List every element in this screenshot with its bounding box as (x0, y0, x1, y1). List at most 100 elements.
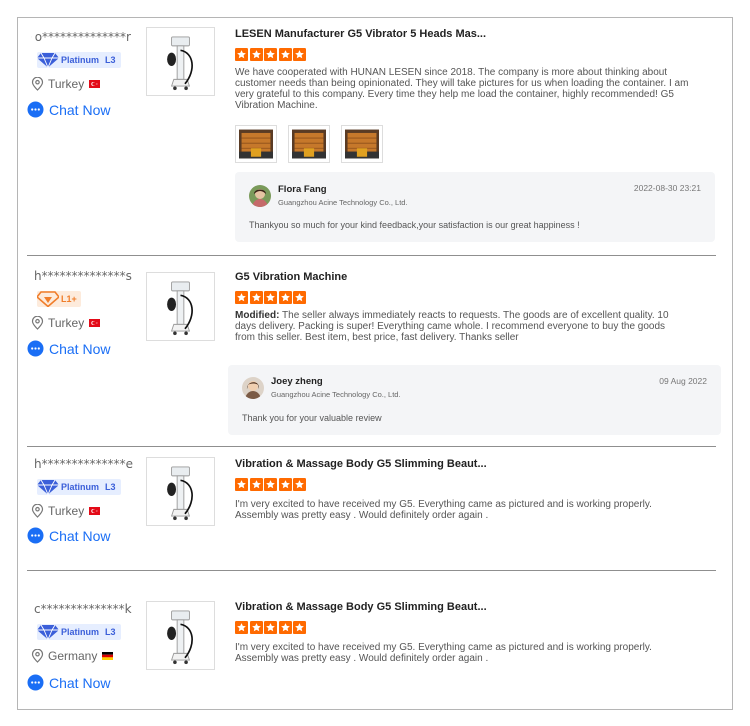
rating-stars (235, 621, 715, 634)
buyer-country: Turkey (48, 77, 85, 91)
rating-stars (235, 478, 715, 491)
star-icon (279, 621, 292, 634)
chat-icon (27, 340, 44, 357)
chat-icon (27, 101, 44, 118)
chat-icon (27, 674, 44, 691)
chat-now-label: Chat Now (49, 340, 111, 357)
product-title[interactable]: Vibration & Massage Body G5 Slimming Bea… (235, 458, 715, 470)
product-title[interactable]: Vibration & Massage Body G5 Slimming Bea… (235, 601, 715, 613)
chat-now-button[interactable]: Chat Now (27, 101, 110, 118)
product-image (147, 458, 214, 525)
buyer-name: h**************s (34, 269, 132, 283)
star-icon (250, 621, 263, 634)
review-photo[interactable] (288, 125, 330, 163)
buyer-badge: L1+ (37, 291, 81, 307)
review-text: I'm very excited to have received my G5.… (235, 642, 652, 664)
buyer-country: Turkey (48, 504, 85, 518)
review-divider (27, 570, 716, 571)
chat-now-label: Chat Now (49, 527, 111, 544)
badge-level: L3 (105, 482, 116, 492)
location-pin-icon (31, 77, 44, 91)
location-pin-icon (31, 649, 44, 663)
review-text: I'm very excited to have received my G5.… (235, 499, 652, 521)
turkey-flag-icon (89, 507, 100, 515)
reply-date: 09 Aug 2022 (659, 376, 707, 386)
review-text: We have cooperated with HUNAN LESEN sinc… (235, 67, 689, 111)
star-icon (293, 291, 306, 304)
product-thumbnail[interactable] (146, 601, 215, 670)
star-icon (293, 621, 306, 634)
star-icon (279, 291, 292, 304)
star-icon (235, 291, 248, 304)
badge-level: L3 (105, 627, 116, 637)
chat-now-button[interactable]: Chat Now (27, 674, 110, 691)
badge-tier: Platinum (61, 55, 100, 65)
star-icon (264, 48, 277, 61)
product-thumbnail[interactable] (146, 457, 215, 526)
review-photos (235, 125, 715, 163)
reply-author: Joey zheng (271, 376, 323, 387)
review-photo[interactable] (235, 125, 277, 163)
review-divider (27, 255, 716, 256)
star-icon (235, 478, 248, 491)
buyer-name: h**************e (34, 457, 133, 471)
star-icon (250, 478, 263, 491)
location-pin-icon (31, 504, 44, 518)
seller-reply: Joey zheng Guangzhou Acine Technology Co… (228, 365, 721, 435)
buyer-country: Turkey (48, 316, 85, 330)
chat-now-label: Chat Now (49, 101, 111, 118)
product-image (147, 28, 214, 95)
reply-text: Thank you for your valuable review (242, 413, 382, 423)
chat-now-label: Chat Now (49, 674, 111, 691)
star-icon (279, 48, 292, 61)
modified-label: Modified: (235, 310, 280, 321)
review-body: The seller always immediately reacts to … (235, 310, 669, 343)
turkey-flag-icon (89, 319, 100, 327)
badge-level: L3 (105, 55, 116, 65)
badge-tier: Platinum (61, 627, 100, 637)
avatar (242, 376, 264, 399)
review-photo[interactable] (341, 125, 383, 163)
badge-level: L1+ (61, 294, 77, 304)
product-title[interactable]: LESEN Manufacturer G5 Vibrator 5 Heads M… (235, 28, 715, 40)
chat-now-button[interactable]: Chat Now (27, 340, 110, 357)
star-icon (293, 478, 306, 491)
buyer-badge: Platinum L3 (37, 479, 121, 495)
product-image (147, 273, 214, 340)
star-icon (250, 48, 263, 61)
rating-stars (235, 291, 715, 304)
turkey-flag-icon (89, 80, 100, 88)
star-icon (250, 291, 263, 304)
reply-company: Guangzhou Acine Technology Co., Ltd. (271, 390, 401, 399)
star-icon (264, 478, 277, 491)
review-divider (27, 446, 716, 447)
product-title[interactable]: G5 Vibration Machine (235, 271, 715, 283)
star-icon (264, 621, 277, 634)
buyer-badge: Platinum L3 (37, 52, 121, 68)
germany-flag-icon (102, 652, 113, 660)
product-thumbnail[interactable] (146, 27, 215, 96)
reply-text: Thankyou so much for your kind feedback,… (249, 220, 580, 230)
review-text: Modified: The seller always immediately … (235, 310, 687, 343)
star-icon (293, 48, 306, 61)
star-icon (264, 291, 277, 304)
diamond-icon (37, 291, 59, 307)
user-icon (31, 30, 32, 44)
diamond-icon (37, 624, 59, 640)
avatar (249, 184, 271, 207)
chat-now-button[interactable]: Chat Now (27, 527, 110, 544)
reply-company: Guangzhou Acine Technology Co., Ltd. (278, 198, 408, 207)
chat-icon (27, 527, 44, 544)
star-icon (235, 48, 248, 61)
product-thumbnail[interactable] (146, 272, 215, 341)
badge-tier: Platinum (61, 482, 100, 492)
diamond-icon (37, 479, 59, 495)
diamond-icon (37, 52, 59, 68)
reply-author: Flora Fang (278, 184, 327, 195)
buyer-badge: Platinum L3 (37, 624, 121, 640)
seller-reply: Flora Fang Guangzhou Acine Technology Co… (235, 172, 715, 242)
star-icon (279, 478, 292, 491)
location-pin-icon (31, 316, 44, 330)
rating-stars (235, 48, 715, 61)
star-icon (235, 621, 248, 634)
